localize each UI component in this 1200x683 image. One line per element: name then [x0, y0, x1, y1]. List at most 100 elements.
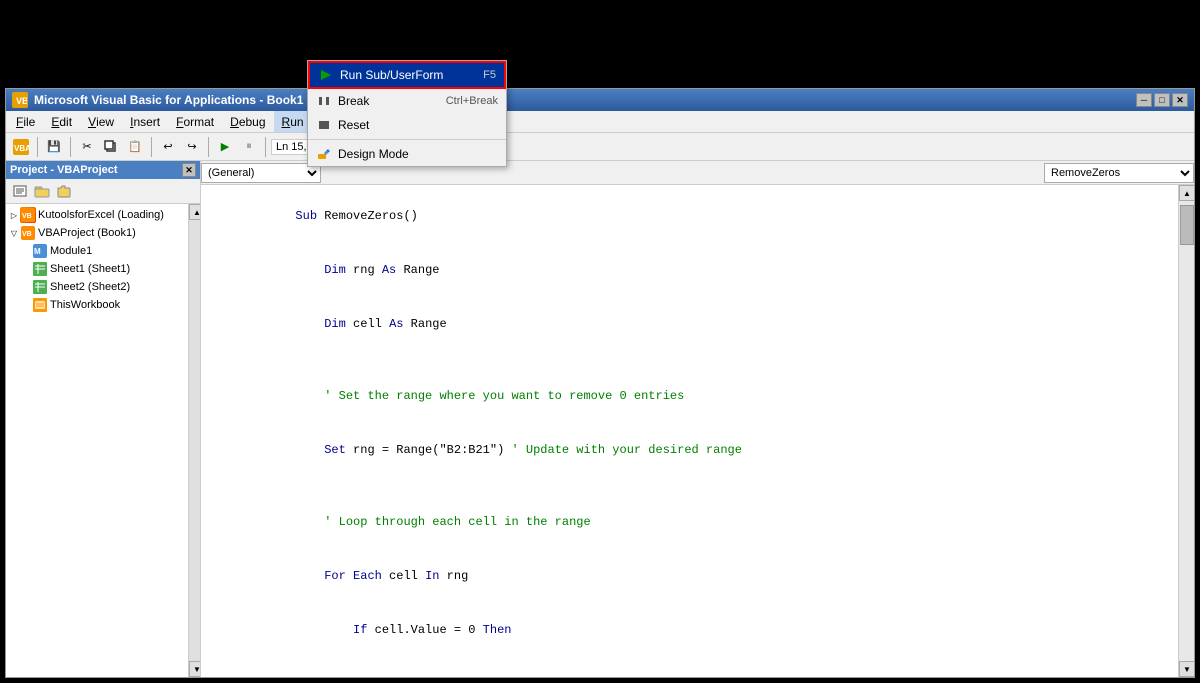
sheet1-label: Sheet1 (Sheet1) — [50, 263, 130, 275]
run-sub-icon — [318, 67, 334, 83]
design-mode-label: Design Mode — [338, 147, 492, 161]
sheet2-label: Sheet2 (Sheet2) — [50, 281, 130, 293]
object-dropdown[interactable]: (General) — [201, 163, 321, 183]
toolbar: VBA 💾 ✂ 📋 ↩ ↪ ▶ ⏸ Ln 15, Col 1 ◀ ▶ — [6, 133, 1194, 161]
toolbar-redo[interactable]: ↪ — [181, 136, 203, 158]
code-scrollbar: ▲ ▼ — [1178, 185, 1194, 677]
svg-text:VB: VB — [16, 96, 27, 106]
vbaproject-label: VBAProject (Book1) — [38, 227, 136, 239]
svg-text:VB: VB — [22, 231, 32, 238]
code-line: Dim rng As Range — [209, 243, 1170, 297]
panel-toolbar — [6, 179, 200, 204]
menu-view[interactable]: View — [80, 111, 122, 132]
panel-scroll-down[interactable]: ▼ — [189, 661, 200, 677]
break-label: Break — [338, 94, 440, 108]
menu-debug[interactable]: Debug — [222, 111, 273, 132]
scroll-up-btn[interactable]: ▲ — [1179, 185, 1194, 201]
toolbar-paste[interactable]: 📋 — [124, 136, 146, 158]
panel-scroll-track[interactable] — [189, 220, 200, 661]
code-line — [209, 477, 1170, 495]
code-line: Sub RemoveZeros() — [209, 189, 1170, 243]
toolbar-run[interactable]: ▶ — [214, 136, 236, 158]
close-button[interactable]: ✕ — [1172, 93, 1188, 107]
main-area: Project - VBAProject ✕ — [6, 161, 1194, 677]
sep2 — [70, 137, 71, 157]
module1-icon: M — [32, 243, 48, 259]
tree-toggle-vba[interactable]: ▽ — [8, 227, 20, 239]
proc-dropdown[interactable]: RemoveZeros — [1044, 163, 1194, 183]
kutools-icon: VB — [20, 207, 36, 223]
code-line: Dim cell As Range — [209, 297, 1170, 351]
menu-file[interactable]: File — [8, 111, 43, 132]
title-bar-buttons: ─ □ ✕ — [1136, 93, 1188, 107]
code-area: (General) RemoveZeros Sub RemoveZeros() … — [201, 161, 1194, 677]
panel-btn-folder[interactable] — [54, 181, 74, 201]
panel-btn-toggle-folders[interactable] — [32, 181, 52, 201]
sheet2-icon — [32, 279, 48, 295]
menu-run[interactable]: Run — [274, 111, 312, 132]
reset-icon — [316, 117, 332, 133]
code-editor[interactable]: Sub RemoveZeros() Dim rng As Range Dim c… — [201, 185, 1178, 677]
tree-toggle[interactable]: ▷ — [8, 209, 20, 221]
module1-label: Module1 — [50, 245, 92, 257]
title-bar: VB Microsoft Visual Basic for Applicatio… — [6, 89, 1194, 111]
toolbar-cut[interactable]: ✂ — [76, 136, 98, 158]
run-sub-shortcut: F5 — [483, 69, 496, 81]
menu-reset[interactable]: Reset — [308, 113, 506, 137]
project-panel: Project - VBAProject ✕ — [6, 161, 201, 677]
scroll-thumb[interactable] — [1180, 205, 1194, 245]
sep5 — [265, 137, 266, 157]
run-sub-label: Run Sub/UserForm — [340, 68, 477, 82]
vba-window: VB Microsoft Visual Basic for Applicatio… — [5, 88, 1195, 678]
tree-item-thisworkbook[interactable]: ThisWorkbook — [8, 296, 186, 314]
toolbar-copy[interactable] — [100, 136, 122, 158]
menu-format[interactable]: Format — [168, 111, 222, 132]
menu-bar: File Edit View Insert Format Debug Run T… — [6, 111, 1194, 133]
break-icon — [316, 93, 332, 109]
panel-scroll-up[interactable]: ▲ — [189, 204, 200, 220]
thisworkbook-icon — [32, 297, 48, 313]
toolbar-pause[interactable]: ⏸ — [238, 136, 260, 158]
tree-item-sheet1[interactable]: Sheet1 (Sheet1) — [8, 260, 186, 278]
sep4 — [208, 137, 209, 157]
sep1 — [37, 137, 38, 157]
code-line: ' Loop through each cell in the range — [209, 495, 1170, 549]
panel-btn-view-code[interactable] — [10, 181, 30, 201]
panel-scrollbar: ▲ ▼ — [188, 204, 200, 677]
panel-title-bar: Project - VBAProject ✕ — [6, 161, 200, 179]
code-line: If cell.Value = 0 Then — [209, 603, 1170, 657]
panel-title: Project - VBAProject — [10, 164, 118, 176]
reset-label: Reset — [338, 118, 492, 132]
break-shortcut: Ctrl+Break — [446, 95, 498, 107]
design-mode-icon — [316, 146, 332, 162]
scroll-down-btn[interactable]: ▼ — [1179, 661, 1194, 677]
code-line: cell.ClearContents ' Remove the 0 entry … — [209, 657, 1170, 677]
scroll-track[interactable] — [1179, 201, 1194, 661]
code-line — [209, 351, 1170, 369]
panel-close-button[interactable]: ✕ — [182, 163, 196, 177]
thisworkbook-label: ThisWorkbook — [50, 299, 120, 311]
code-line: Set rng = Range("B2:B21") ' Update with … — [209, 423, 1170, 477]
svg-text:VBA: VBA — [14, 144, 30, 153]
tree-item-sheet2[interactable]: Sheet2 (Sheet2) — [8, 278, 186, 296]
tree-item-vbaproject[interactable]: ▽ VB VBAProject (Book1) — [8, 224, 186, 242]
code-line: ' Set the range where you want to remove… — [209, 369, 1170, 423]
tree-item-kutools[interactable]: ▷ VB KutoolsforExcel (Loading) — [8, 206, 186, 224]
maximize-button[interactable]: □ — [1154, 93, 1170, 107]
title-bar-icon: VB — [12, 92, 28, 108]
toolbar-undo[interactable]: ↩ — [157, 136, 179, 158]
menu-separator — [308, 139, 506, 140]
menu-break[interactable]: Break Ctrl+Break — [308, 89, 506, 113]
kutools-label: KutoolsforExcel (Loading) — [38, 209, 164, 221]
sheet1-icon — [32, 261, 48, 277]
menu-insert[interactable]: Insert — [122, 111, 168, 132]
menu-edit[interactable]: Edit — [43, 111, 80, 132]
toolbar-save[interactable]: 💾 — [43, 136, 65, 158]
tree-item-module1[interactable]: M Module1 — [8, 242, 186, 260]
sep3 — [151, 137, 152, 157]
menu-design-mode[interactable]: Design Mode — [308, 142, 506, 166]
menu-run-sub[interactable]: Run Sub/UserForm F5 — [308, 61, 506, 89]
run-dropdown-menu: Run Sub/UserForm F5 Break Ctrl+Break Res… — [307, 60, 507, 167]
minimize-button[interactable]: ─ — [1136, 93, 1152, 107]
code-line: For Each cell In rng — [209, 549, 1170, 603]
